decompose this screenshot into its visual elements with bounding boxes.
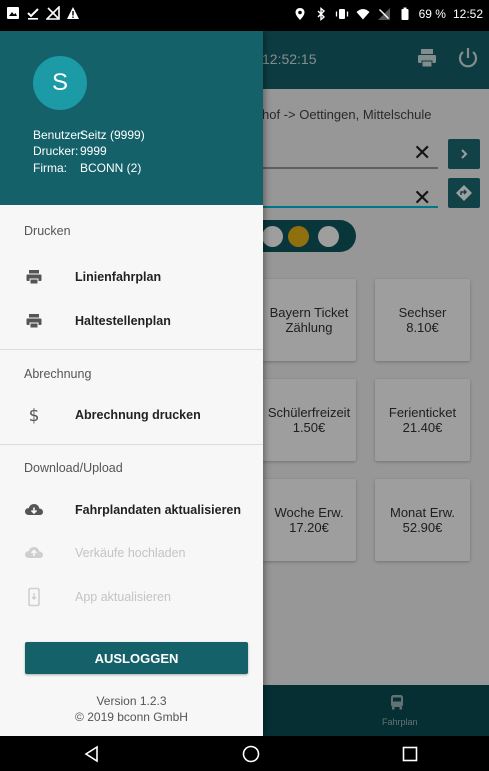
- avatar: S: [33, 56, 87, 110]
- cloud-download-icon: [25, 504, 43, 515]
- status-bar-system: 69 % 12:52: [293, 7, 483, 21]
- info-row-printer: Drucker: 9999: [33, 144, 107, 158]
- back-icon[interactable]: [82, 744, 102, 764]
- menu-item-label: Fahrplandaten aktualisieren: [75, 503, 242, 517]
- location-icon: [295, 8, 305, 20]
- dollar-icon: $: [29, 406, 40, 425]
- divider: [0, 349, 263, 350]
- navigation-drawer: S Benutzer: Seitz (9999) Drucker: 9999 F…: [0, 31, 263, 736]
- system-navigation-bar: [0, 736, 489, 771]
- info-value: Seitz (9999): [80, 128, 145, 142]
- printer-icon: [26, 270, 42, 285]
- section-label-abrechnung: Abrechnung: [24, 367, 92, 381]
- vibrate-icon: [335, 9, 348, 19]
- cell-signal-icon: [377, 8, 390, 20]
- wifi-icon: [356, 9, 370, 20]
- menu-item-label: Haltestellenplan: [75, 314, 171, 328]
- status-time: 12:52: [452, 7, 483, 21]
- recents-icon[interactable]: [400, 744, 420, 764]
- no-signal-icon: [46, 6, 60, 20]
- menu-item-app-aktualisieren[interactable]: App aktualisieren: [0, 577, 263, 617]
- bluetooth-icon: [317, 7, 325, 21]
- drawer-header: S Benutzer: Seitz (9999) Drucker: 9999 F…: [0, 31, 263, 205]
- menu-item-fahrplandaten[interactable]: Fahrplandaten aktualisieren: [0, 490, 263, 530]
- cloud-upload-icon: [25, 547, 43, 558]
- copyright-text: © 2019 bconn GmbH: [75, 710, 188, 724]
- section-label-drucken: Drucken: [24, 224, 71, 238]
- version-text: Version 1.2.3: [96, 694, 167, 708]
- info-key: Benutzer:: [33, 128, 85, 142]
- download-done-icon: [27, 8, 39, 20]
- printer-icon: [26, 314, 42, 329]
- info-row-company: Firma: BCONN (2): [33, 161, 141, 175]
- image-icon: [7, 7, 19, 19]
- battery-icon: [401, 7, 409, 20]
- phone-update-icon: [28, 587, 40, 607]
- info-value: BCONN (2): [80, 161, 142, 175]
- info-row-user: Benutzer: Seitz (9999): [33, 128, 145, 142]
- info-key: Drucker:: [33, 144, 79, 158]
- status-bar: 69 % 12:52: [0, 0, 489, 31]
- menu-item-abrechnung-drucken[interactable]: $ Abrechnung drucken: [0, 395, 263, 435]
- info-value: 9999: [80, 144, 107, 158]
- status-bar-notifications: [6, 6, 80, 20]
- warning-icon: [67, 7, 79, 19]
- svg-text:$: $: [29, 406, 40, 425]
- menu-item-linienfahrplan[interactable]: Linienfahrplan: [0, 257, 263, 297]
- battery-percent: 69 %: [418, 7, 446, 21]
- menu-item-label: App aktualisieren: [75, 590, 171, 604]
- divider: [0, 444, 263, 445]
- menu-item-label: Abrechnung drucken: [75, 408, 201, 422]
- home-icon[interactable]: [241, 744, 261, 764]
- menu-item-label: Verkäufe hochladen: [75, 546, 186, 560]
- section-label-download-upload: Download/Upload: [24, 461, 123, 475]
- logout-button[interactable]: AUSLOGGEN: [25, 642, 248, 674]
- menu-item-verkaeufe-hochladen[interactable]: Verkäufe hochladen: [0, 533, 263, 573]
- menu-item-label: Linienfahrplan: [75, 270, 162, 284]
- version-info: Version 1.2.3 © 2019 bconn GmbH: [0, 693, 263, 725]
- info-key: Firma:: [33, 161, 67, 175]
- menu-item-haltestellenplan[interactable]: Haltestellenplan: [0, 301, 263, 341]
